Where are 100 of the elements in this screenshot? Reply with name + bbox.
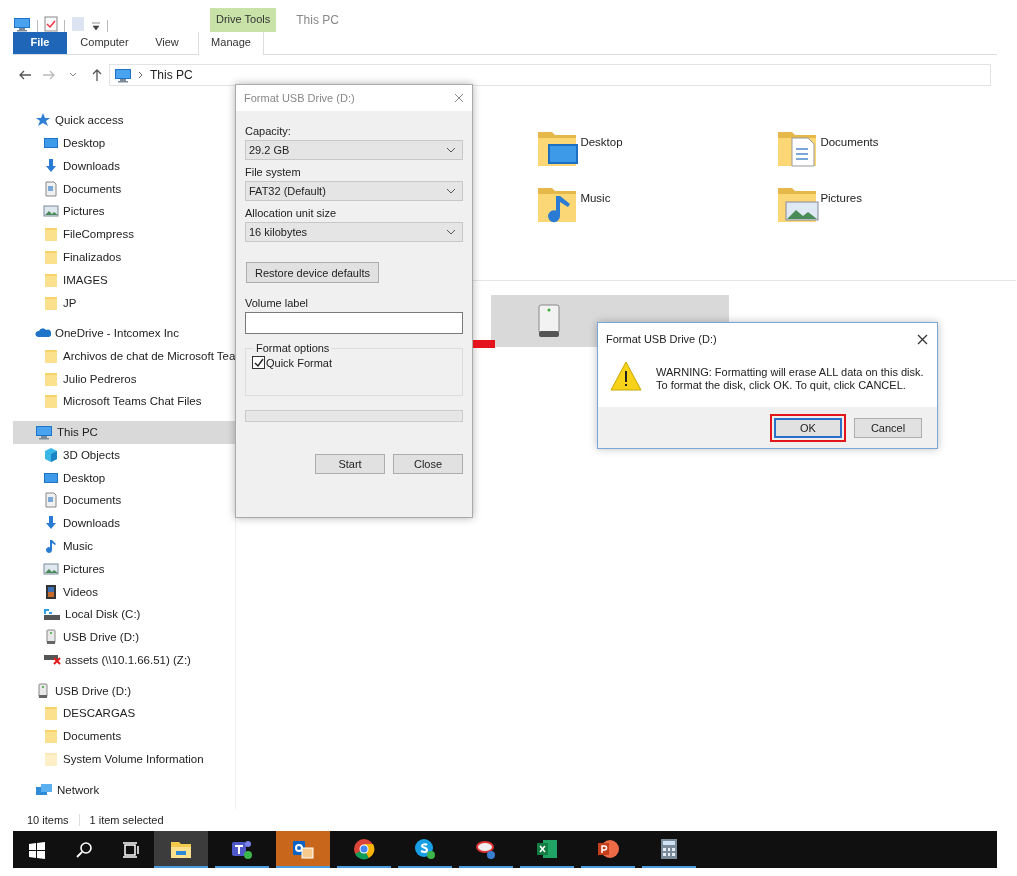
star-icon	[35, 112, 51, 129]
dropdown[interactable]: FAT32 (Default)	[245, 181, 463, 201]
field-label: Volume label	[245, 297, 309, 309]
restore-defaults-button[interactable]: Restore device defaults	[246, 262, 379, 283]
close-icon	[917, 333, 928, 345]
ribbon-tab[interactable]: Computer	[67, 32, 142, 54]
folder-icon	[43, 347, 59, 364]
dropdown[interactable]: 29.2 GB	[245, 140, 463, 160]
window-title: This PC	[296, 13, 339, 29]
nav-item[interactable]: 3D Objects	[13, 443, 236, 467]
nav-item[interactable]: DESCARGAS	[13, 701, 236, 725]
chevron-down-icon	[69, 72, 77, 78]
checkbox-label[interactable]: Quick Format	[266, 356, 332, 369]
chevron-down-icon	[446, 229, 456, 235]
calculator-icon	[660, 837, 678, 860]
dropdown[interactable]: 16 kilobytes	[245, 222, 463, 242]
browser-icon	[353, 837, 375, 860]
nav-item[interactable]: Downloads	[13, 154, 236, 178]
nav-item[interactable]: JP	[13, 291, 236, 314]
nav-item[interactable]: Finalizados	[13, 245, 236, 269]
dropdown-icon	[91, 20, 101, 32]
field-label: Allocation unit size	[245, 207, 338, 219]
nav-item[interactable]: Desktop	[13, 131, 236, 155]
nav-item[interactable]: Pictures	[13, 200, 236, 223]
computer-icon	[114, 67, 132, 83]
dialog-title: Format USB Drive (D:)	[244, 92, 355, 104]
nav-item[interactable]: Local Disk (C:)	[13, 602, 236, 626]
dialog-title: Format USB Drive (D:)	[606, 333, 717, 345]
nav-item[interactable]: IMAGES	[13, 268, 236, 292]
annotation-marker	[473, 340, 495, 348]
document-icon	[43, 492, 59, 509]
presentation-app-icon	[597, 837, 619, 860]
dialog-button[interactable]: Close	[393, 454, 463, 474]
hard-drive-icon	[43, 606, 61, 623]
volume-label-field[interactable]	[245, 312, 463, 334]
warning-icon	[610, 361, 642, 391]
folder-icon	[43, 294, 59, 311]
warning-message: WARNING: Formatting will erase ALL data on this disk.	[656, 366, 924, 378]
spreadsheet-app-icon	[536, 837, 558, 860]
folder-icon	[43, 705, 59, 722]
cube-icon	[43, 446, 59, 463]
usb-drive-icon	[43, 629, 59, 646]
breadcrumb[interactable]: This PC	[150, 68, 193, 82]
download-arrow-icon	[43, 157, 59, 174]
dialog-button[interactable]: OK	[774, 417, 842, 438]
nav-item[interactable]: Music	[13, 534, 236, 558]
nav-item[interactable]: Network	[13, 778, 236, 801]
nav-item[interactable]: Pictures	[13, 557, 236, 581]
close-icon	[454, 93, 464, 103]
file-menu-tab[interactable]: File	[13, 32, 67, 54]
document-icon	[43, 180, 59, 197]
nav-item[interactable]: Documents	[13, 489, 236, 512]
forward-arrow-icon	[42, 69, 56, 81]
nav-item[interactable]: Videos	[13, 580, 236, 603]
nav-item[interactable]: USB Drive (D:)	[13, 625, 236, 649]
music-note-icon	[43, 538, 59, 554]
folder-icon	[43, 271, 59, 288]
computer-icon	[13, 16, 31, 32]
chevron-right-icon	[138, 71, 144, 79]
nav-item[interactable]: assets (\\10.1.66.51) (Z:)	[13, 648, 236, 672]
nav-item[interactable]: This PC	[13, 420, 236, 444]
ribbon-tab[interactable]: Manage	[198, 32, 264, 55]
task-view-icon	[121, 840, 140, 859]
nav-item[interactable]: Archivos de chat de Microsoft Tea	[13, 344, 236, 368]
search-icon	[74, 840, 93, 859]
dialog-button[interactable]: Cancel	[854, 417, 922, 438]
chat-app-icon	[414, 837, 436, 860]
up-arrow-icon	[91, 68, 103, 82]
nav-item[interactable]: FileCompress	[13, 222, 236, 246]
checkbox[interactable]	[252, 356, 265, 369]
folder-label: Music	[580, 191, 611, 204]
computer-icon	[35, 424, 53, 441]
nav-item[interactable]: Julio Pedreros	[13, 367, 236, 391]
taskbar-button[interactable]	[154, 831, 208, 868]
nav-item[interactable]: Downloads	[13, 511, 236, 535]
film-icon	[43, 583, 59, 600]
chevron-down-icon	[446, 147, 456, 153]
nav-item[interactable]: OneDrive - Intcomex Inc	[13, 321, 236, 345]
usb-drive-icon	[35, 682, 51, 699]
group-label: Format options	[255, 342, 331, 354]
folder-label: Documents	[820, 135, 879, 148]
dialog-button[interactable]: Start	[315, 454, 385, 474]
usb-drive-icon	[537, 304, 562, 338]
chevron-down-icon	[446, 188, 456, 194]
network-icon	[35, 781, 53, 798]
folder-label: Pictures	[820, 191, 862, 204]
folder-icon	[43, 248, 59, 265]
nav-item[interactable]: Microsoft Teams Chat Files	[13, 390, 236, 413]
nav-item[interactable]: System Volume Information	[13, 747, 236, 771]
nav-item[interactable]: Documents	[13, 724, 236, 748]
nav-item[interactable]: Quick access	[13, 109, 236, 132]
windows-logo-icon	[27, 840, 46, 859]
nav-item[interactable]: Desktop	[13, 466, 236, 490]
folder-icon	[43, 226, 59, 243]
selection-count: 1 item selected	[89, 814, 164, 826]
nav-item[interactable]: Documents	[13, 177, 236, 201]
nav-item[interactable]: USB Drive (D:)	[13, 679, 236, 702]
folder-label: Desktop	[580, 135, 623, 148]
ribbon-tab[interactable]: View	[142, 32, 192, 54]
checklist-icon	[44, 16, 58, 32]
